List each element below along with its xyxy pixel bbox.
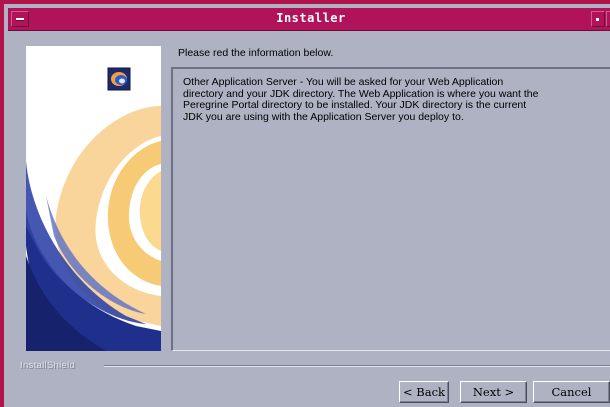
installer-window: Installer Please red the information bel… [0,0,610,407]
back-button[interactable]: < Back [399,381,449,403]
next-button[interactable]: Next > [460,381,527,403]
installer-artwork-panel [26,46,161,351]
installshield-brand: InstallShield [20,360,82,371]
instruction-header: Please red the information below. [178,47,334,59]
information-text: Other Application Server - You will be a… [183,76,539,123]
title-bar[interactable]: Installer [8,8,610,31]
footer-divider [104,365,610,367]
minimize-icon [596,18,599,21]
maximize-button[interactable] [606,11,610,27]
information-panel: Other Application Server - You will be a… [171,67,610,351]
installer-artwork [26,46,161,351]
product-logo-icon [107,67,131,91]
window-title: Installer [276,11,346,25]
minimize-button[interactable] [591,11,605,27]
cancel-button[interactable]: Cancel [533,381,610,403]
